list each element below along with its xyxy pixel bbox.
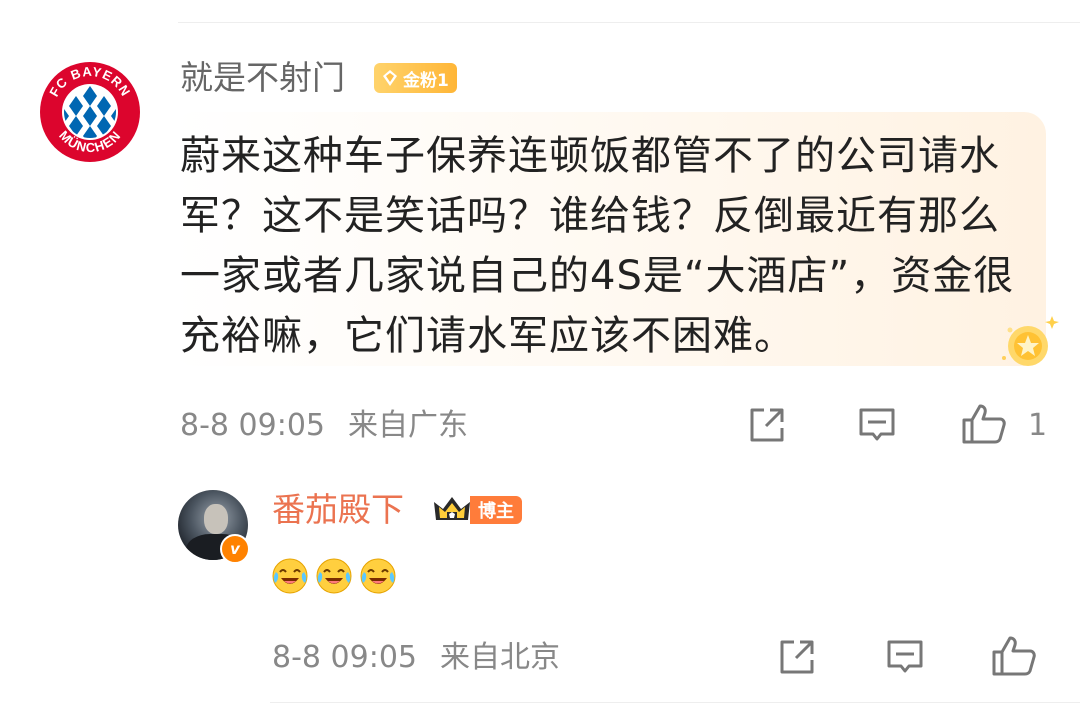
comment-text[interactable]: 蔚来这种车子保养连顿饭都管不了的公司请水军？这不是笑话吗？谁给钱？反倒最近有那么… — [180, 126, 1020, 366]
verified-badge: v — [220, 534, 250, 564]
diamond-icon — [383, 70, 397, 86]
comment-time: 8-8 09:05 — [180, 408, 325, 443]
host-badge-label: 博主 — [470, 496, 522, 524]
crown-icon — [434, 497, 470, 520]
medal-icon — [1002, 316, 1059, 366]
bottom-divider — [270, 702, 1080, 703]
reply-comment-icon[interactable] — [884, 636, 926, 678]
laugh-cry-emoji — [272, 558, 308, 594]
reply-author[interactable]: 番茄殿下 — [272, 488, 404, 532]
comment-icon[interactable] — [856, 404, 898, 446]
laugh-cry-emoji — [360, 558, 396, 594]
reply-location: 来自北京 — [440, 640, 560, 675]
top-divider — [178, 22, 1080, 23]
fan-badge[interactable]: 金粉1 — [374, 63, 457, 93]
comment-location: 来自广东 — [348, 408, 468, 443]
host-badge[interactable]: 博主 — [432, 494, 522, 526]
reply-emojis — [270, 556, 398, 596]
reply-share-icon[interactable] — [776, 636, 818, 678]
comment-author[interactable]: 就是不射门 — [180, 56, 345, 100]
reply-time: 8-8 09:05 — [272, 640, 417, 675]
reply-like-icon[interactable] — [990, 632, 1038, 680]
share-icon[interactable] — [746, 404, 788, 446]
fan-badge-label: 金粉1 — [403, 70, 449, 91]
like-icon[interactable] — [960, 400, 1008, 448]
like-count: 1 — [1028, 408, 1048, 443]
avatar[interactable]: FC BAYERN MÜNCHEN — [34, 56, 146, 168]
laugh-cry-emoji — [316, 558, 352, 594]
